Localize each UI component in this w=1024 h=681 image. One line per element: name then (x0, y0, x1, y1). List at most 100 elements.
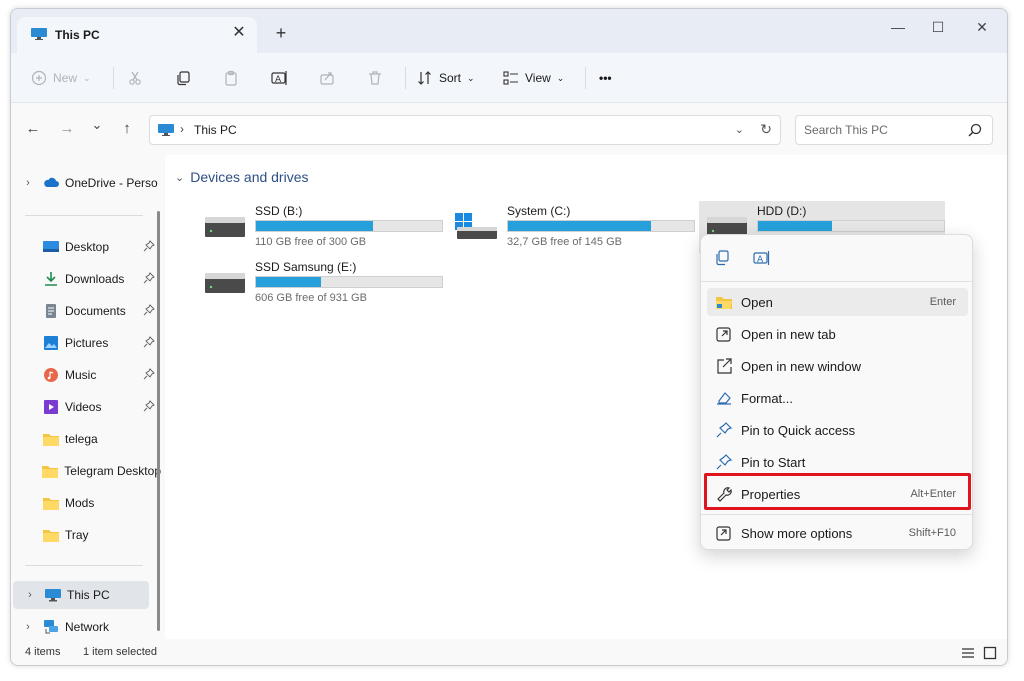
sidebar-item-label: Music (65, 368, 97, 382)
drive-usage-bar (507, 220, 695, 232)
hard-drive-icon (205, 217, 245, 237)
pin-icon (143, 368, 155, 380)
drive-usage-bar (255, 276, 443, 288)
close-window-button[interactable]: ✕ (967, 17, 997, 37)
chevron-down-icon: ⌄ (175, 171, 185, 184)
pin-icon (716, 422, 733, 438)
up-button[interactable]: ↑ (117, 119, 137, 139)
folder-icon (43, 498, 59, 510)
tab-this-pc[interactable]: This PC ✕ (17, 17, 257, 53)
drive-item[interactable]: System (C:) 32,7 GB free of 145 GB (449, 201, 695, 253)
maximize-button[interactable]: ☐ (923, 17, 953, 37)
pin-icon (143, 336, 155, 348)
new-button[interactable]: New ⌄ (31, 65, 91, 91)
minimize-button[interactable]: — (883, 17, 913, 37)
drive-usage-fill (256, 221, 374, 231)
chevron-down-icon: ⌄ (467, 72, 475, 83)
command-bar: New ⌄ A Sort ⌄ View ⌄ ••• (11, 53, 1007, 103)
more-options-icon (716, 526, 731, 541)
sort-button[interactable]: Sort ⌄ (417, 65, 475, 91)
address-bar[interactable]: › This PC ⌄ ↻ (149, 115, 781, 145)
sidebar-item-onedrive[interactable]: › OneDrive - Perso (11, 169, 161, 197)
details-view-icon[interactable] (961, 646, 975, 660)
menu-item-show-more-options[interactable]: Show more options Shift+F10 (707, 519, 968, 547)
refresh-icon[interactable]: ↻ (760, 121, 772, 138)
pin-icon (143, 272, 155, 284)
tab-title: This PC (55, 28, 100, 42)
chevron-right-icon[interactable]: › (21, 621, 35, 633)
search-input[interactable]: Search This PC (795, 115, 993, 145)
sidebar-item-this-pc[interactable]: › This PC (13, 581, 149, 609)
view-icon (503, 71, 518, 85)
address-dropdown-icon[interactable]: ⌄ (735, 123, 744, 136)
menu-item-pin-to-start[interactable]: Pin to Start (707, 448, 968, 476)
chevron-down-icon: ⌄ (556, 72, 565, 83)
drive-item[interactable]: SSD Samsung (E:) 606 GB free of 931 GB (197, 257, 443, 309)
back-button[interactable]: ← (23, 119, 43, 139)
share-button[interactable] (319, 65, 335, 91)
sidebar-item-videos[interactable]: Videos (11, 393, 161, 421)
breadcrumb-this-pc[interactable]: This PC (194, 123, 237, 137)
group-header-devices-and-drives[interactable]: ⌄ Devices and drives (175, 169, 309, 185)
sidebar-item-network[interactable]: › Network (11, 613, 161, 641)
sidebar-item-pictures[interactable]: Pictures (11, 329, 161, 357)
forward-button[interactable]: → (57, 119, 77, 139)
menu-item-open[interactable]: Open Enter (707, 288, 968, 316)
pictures-icon (44, 336, 58, 350)
cut-button[interactable] (127, 65, 143, 91)
drive-name: System (C:) (507, 204, 571, 218)
menu-item-format[interactable]: Format... (707, 384, 968, 412)
delete-button[interactable] (367, 65, 383, 91)
shortcut-label: Shift+F10 (908, 527, 956, 539)
recent-locations-button[interactable]: ⌄ (87, 115, 107, 135)
pin-icon (143, 304, 155, 316)
sidebar-item-telegram-desktop[interactable]: Telegram Desktop (11, 457, 161, 485)
menu-item-label: Pin to Quick access (741, 422, 856, 438)
sidebar-scrollbar[interactable] (157, 211, 160, 631)
folder-icon (43, 434, 59, 446)
menu-item-open-in-new-tab[interactable]: Open in new tab (707, 320, 968, 348)
chevron-right-icon[interactable]: › (21, 177, 35, 189)
tiles-view-icon[interactable] (983, 646, 997, 660)
sidebar-item-telega[interactable]: telega (11, 425, 161, 453)
rename-icon[interactable]: A (753, 249, 771, 267)
chevron-down-icon: ⌄ (83, 72, 91, 83)
sidebar-item-label: OneDrive - Perso (65, 176, 158, 190)
sidebar-item-mods[interactable]: Mods (11, 489, 161, 517)
drive-usage-bar (255, 220, 443, 232)
menu-item-pin-to-quick-access[interactable]: Pin to Quick access (707, 416, 968, 444)
sidebar-item-label: Desktop (65, 240, 110, 254)
scissors-icon (129, 71, 141, 85)
status-bar: 4 items 1 item selected (11, 639, 1007, 665)
sidebar-item-tray[interactable]: Tray (11, 521, 161, 549)
tab-close-icon[interactable]: ✕ (229, 23, 249, 43)
copy-button[interactable] (175, 65, 191, 91)
new-tab-button[interactable]: + (271, 23, 291, 43)
videos-icon (44, 400, 58, 414)
properties-highlight-box (704, 473, 971, 510)
sidebar-item-label: Documents (65, 304, 126, 318)
chevron-right-icon[interactable]: › (23, 589, 37, 601)
sidebar-item-documents[interactable]: Documents (11, 297, 161, 325)
more-options-button[interactable]: ••• (599, 65, 612, 91)
view-button[interactable]: View ⌄ (503, 65, 564, 91)
copy-icon[interactable] (713, 249, 731, 267)
menu-item-open-in-new-window[interactable]: Open in new window (707, 352, 968, 380)
sidebar-item-label: telega (65, 432, 98, 446)
new-label: New (53, 71, 78, 85)
network-icon (44, 620, 58, 634)
breadcrumb-chevron-icon[interactable]: › (180, 122, 184, 136)
sidebar-item-music[interactable]: Music (11, 361, 161, 389)
sidebar-item-desktop[interactable]: Desktop (11, 233, 161, 261)
navigation-pane: › OneDrive - Perso Desktop Downloads Doc… (11, 155, 165, 639)
paste-button[interactable] (223, 65, 239, 91)
sidebar-item-label: Videos (65, 400, 102, 414)
monitor-icon (45, 589, 61, 602)
shortcut-label: Enter (929, 296, 956, 308)
selection-count: 1 item selected (83, 646, 157, 658)
group-title: Devices and drives (190, 169, 309, 185)
rename-button[interactable]: A (271, 65, 289, 91)
sidebar-item-downloads[interactable]: Downloads (11, 265, 161, 293)
documents-icon (46, 304, 56, 318)
drive-item[interactable]: SSD (B:) 110 GB free of 300 GB (197, 201, 443, 253)
